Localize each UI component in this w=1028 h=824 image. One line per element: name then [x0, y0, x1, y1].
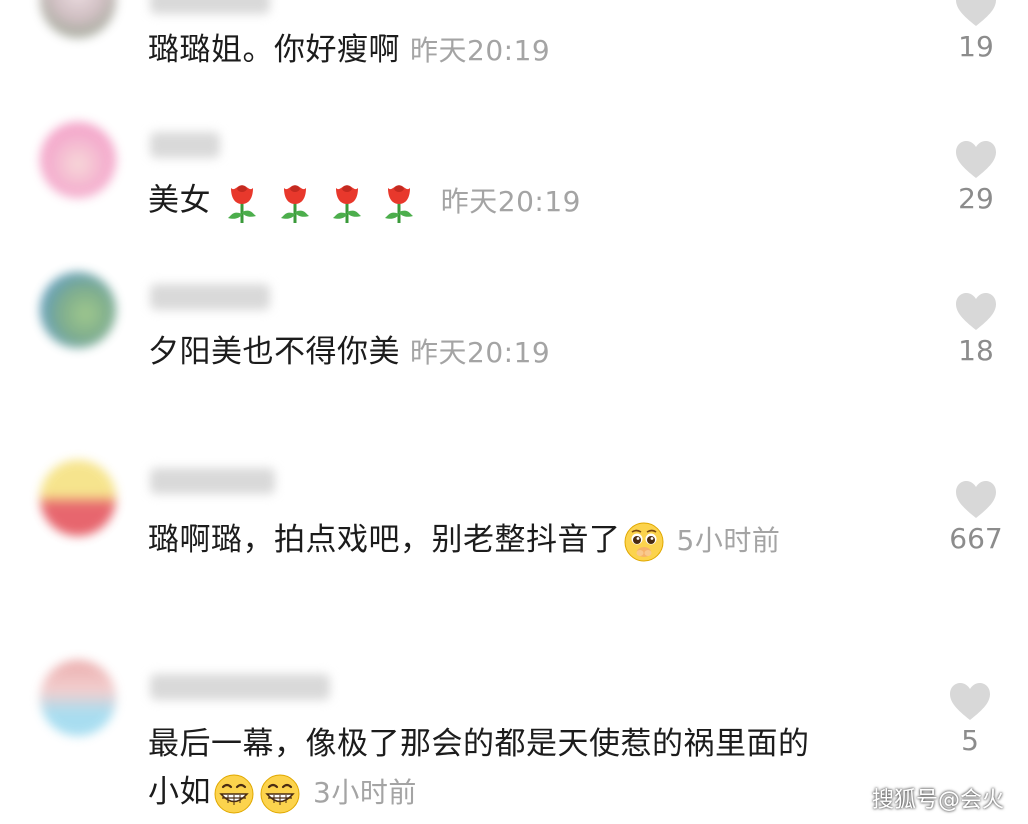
heart-icon	[956, 481, 996, 518]
comment-item: 美女 昨天20:19 29	[0, 120, 1028, 240]
like-count: 18	[958, 334, 994, 367]
like-count: 19	[958, 30, 994, 63]
heart-icon	[956, 141, 996, 178]
rose-emoji	[280, 185, 309, 223]
like-button[interactable]: 5	[940, 682, 1000, 757]
comment-text: 璐璐姐。你好瘦啊 昨天20:19	[148, 30, 550, 71]
like-button[interactable]: 29	[946, 140, 1006, 215]
avatar[interactable]	[40, 660, 116, 736]
comment-time: 昨天20:19	[410, 336, 551, 369]
avatar[interactable]	[40, 122, 116, 198]
comment-time: 昨天20:19	[410, 34, 551, 67]
watermark: 搜狐号@会火	[871, 788, 1004, 813]
comment-text: 美女 昨天20:19	[148, 180, 581, 224]
username[interactable]	[150, 468, 275, 494]
comment-item: 璐啊璐，拍点戏吧，别老整抖音了 5小时前 667	[0, 456, 1028, 586]
rose-emoji	[385, 185, 414, 223]
comment-text-line1: 最后一幕，像极了那会的都是天使惹的祸里面的	[148, 724, 810, 764]
grinning-face-emoji	[214, 774, 254, 813]
like-count: 667	[949, 522, 1003, 555]
username[interactable]	[150, 132, 220, 158]
comment-body: 夕阳美也不得你美	[148, 334, 400, 370]
comment-text: 夕阳美也不得你美 昨天20:19	[148, 332, 550, 373]
comment-body: 最后一幕，像极了那会的都是天使惹的祸里面的	[148, 726, 810, 762]
heart-icon	[950, 683, 990, 720]
heart-icon	[956, 0, 996, 26]
comment-text-line2: 小如 3小时前	[148, 772, 417, 815]
username[interactable]	[150, 284, 270, 310]
rose-emoji	[333, 185, 362, 223]
like-button[interactable]: 19	[946, 0, 1006, 63]
like-count: 29	[958, 182, 994, 215]
comment-body: 璐璐姐。你好瘦啊	[148, 32, 400, 68]
avatar[interactable]	[40, 460, 116, 536]
username[interactable]	[150, 674, 330, 700]
comment-time: 5小时前	[676, 524, 781, 557]
comment-time: 3小时前	[313, 776, 417, 809]
comment-body: 小如	[148, 774, 211, 810]
rose-emoji	[228, 185, 257, 223]
pleading-face-emoji	[624, 522, 663, 561]
like-button[interactable]: 667	[946, 480, 1006, 555]
like-button[interactable]: 18	[946, 292, 1006, 367]
heart-icon	[956, 293, 996, 330]
comment-text: 璐啊璐，拍点戏吧，别老整抖音了 5小时前	[148, 520, 780, 563]
comment-time: 昨天20:19	[440, 184, 581, 218]
avatar[interactable]	[40, 272, 116, 348]
comment-item: 璐璐姐。你好瘦啊 昨天20:19 19	[0, 0, 1028, 90]
username[interactable]	[150, 0, 270, 14]
comment-body: 璐啊璐，拍点戏吧，别老整抖音了	[148, 522, 621, 558]
avatar[interactable]	[40, 0, 116, 38]
grinning-face-emoji	[260, 774, 300, 813]
comment-item: 夕阳美也不得你美 昨天20:19 18	[0, 270, 1028, 390]
like-count: 5	[961, 724, 979, 757]
comment-body: 美女	[148, 182, 211, 219]
